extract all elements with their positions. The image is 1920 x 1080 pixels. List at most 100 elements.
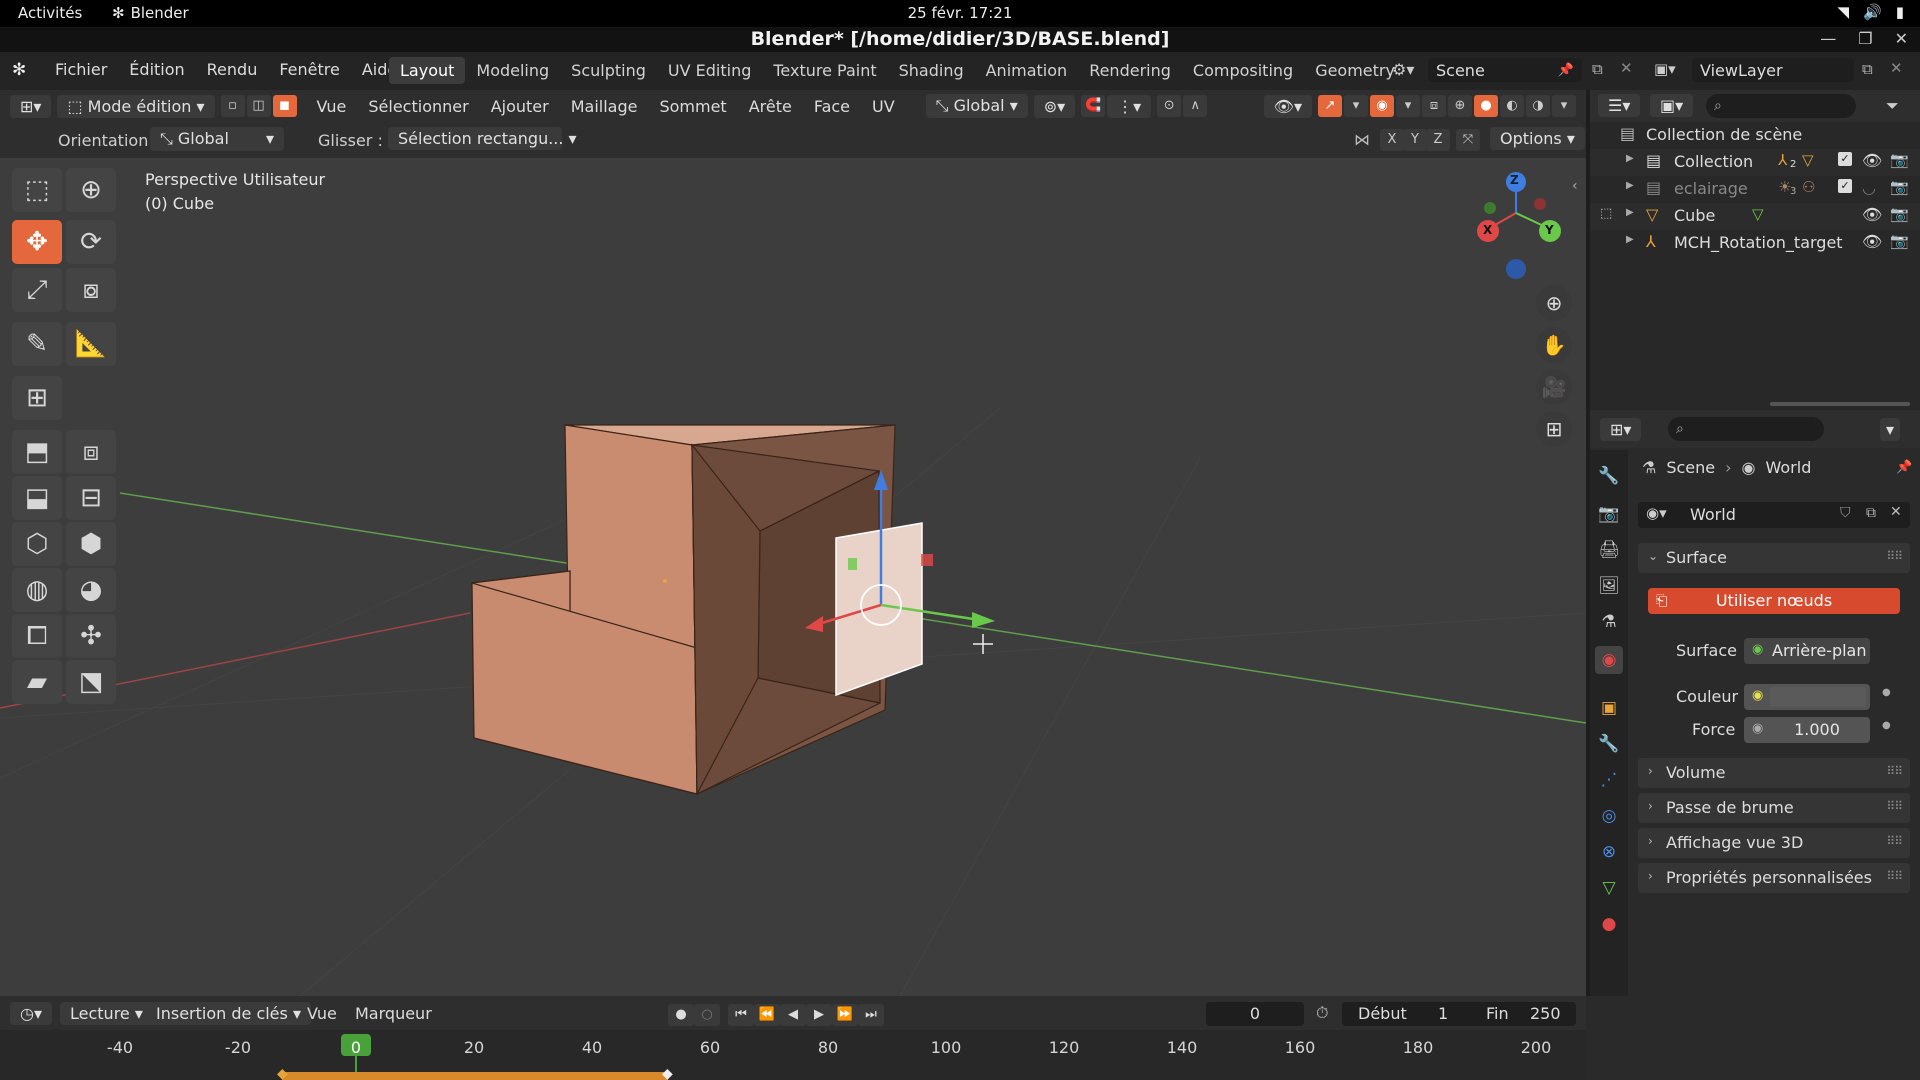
spin-tool-icon[interactable]: ◍ bbox=[12, 568, 62, 612]
drag-grip-icon[interactable]: ⠿⠿ bbox=[1886, 549, 1903, 563]
playback-dropdown[interactable]: Lecture ▾ bbox=[60, 1002, 153, 1025]
tab-rendering[interactable]: Rendering bbox=[1078, 57, 1182, 84]
face-select-icon[interactable]: ◼ bbox=[272, 95, 297, 117]
render-camera-icon[interactable]: 📷 bbox=[1890, 178, 1909, 196]
next-keyframe-icon[interactable]: ⏩ bbox=[832, 1004, 858, 1026]
bevel-tool-icon[interactable]: ⬓ bbox=[12, 476, 62, 520]
camera-view-icon[interactable]: 🎥 bbox=[1536, 369, 1572, 405]
tab-layout[interactable]: Layout bbox=[389, 57, 466, 84]
scale-tool-icon[interactable]: ⤢ bbox=[12, 268, 62, 312]
annotate-tool-icon[interactable]: ✎ bbox=[12, 322, 62, 366]
smooth-tool-icon[interactable]: ◕ bbox=[66, 568, 116, 612]
prev-keyframe-icon[interactable]: ⏪ bbox=[754, 1004, 780, 1026]
outliner-search-field[interactable]: ⌕ bbox=[1706, 94, 1856, 118]
eye-closed-icon[interactable]: ◡ bbox=[1862, 178, 1876, 197]
rip-tool-icon[interactable]: ⬔ bbox=[66, 660, 116, 704]
outliner-scrollbar[interactable] bbox=[1770, 402, 1910, 406]
menu-window[interactable]: Fenêtre bbox=[268, 60, 351, 79]
drag-grip-icon[interactable]: ⠿⠿ bbox=[1886, 764, 1903, 778]
drag-grip-icon[interactable]: ⠿⠿ bbox=[1886, 869, 1903, 883]
properties-options-dropdown[interactable]: ▾ bbox=[1880, 418, 1901, 441]
menu-render[interactable]: Rendu bbox=[196, 60, 269, 79]
world-tab-icon[interactable]: ◉ bbox=[1595, 646, 1623, 674]
solid-shading-icon[interactable]: ● bbox=[1474, 95, 1498, 117]
render-tab-icon[interactable]: 📷 bbox=[1595, 500, 1623, 528]
orientation-dropdown[interactable]: ⤡ Global ▾ bbox=[150, 127, 284, 151]
mode-dropdown[interactable]: ⬚ Mode édition ▾ bbox=[57, 94, 215, 118]
outliner-item-mch-rotation-target[interactable]: ▶ ⅄ MCH_Rotation_target 👁 📷 bbox=[1590, 230, 1920, 257]
shading-options-icon[interactable]: ▾ bbox=[1552, 95, 1576, 117]
view-layer-type-icon[interactable]: ▣▾ bbox=[1654, 60, 1676, 78]
play-reverse-icon[interactable]: ◀ bbox=[780, 1004, 806, 1026]
tab-texture-paint[interactable]: Texture Paint bbox=[762, 57, 887, 84]
new-world-icon[interactable]: ⧉ bbox=[1866, 505, 1876, 521]
menu-edit[interactable]: Édition bbox=[118, 60, 195, 79]
end-value[interactable]: 250 bbox=[1530, 1004, 1561, 1023]
tool-tab-icon[interactable]: 🔧 bbox=[1595, 462, 1623, 490]
snap-icon[interactable]: 🧲 bbox=[1081, 95, 1106, 117]
loop-cut-tool-icon[interactable]: ⊟ bbox=[66, 476, 116, 520]
sidebar-toggle-icon[interactable]: ‹ bbox=[1572, 178, 1578, 194]
pin-icon[interactable]: 📌 bbox=[1896, 460, 1912, 475]
strength-field[interactable]: ◉ 1.000 bbox=[1744, 717, 1870, 743]
eye-icon[interactable]: 👁 bbox=[1862, 151, 1882, 170]
output-tab-icon[interactable]: 🖨 bbox=[1595, 536, 1623, 564]
particles-tab-icon[interactable]: ⋰ bbox=[1595, 766, 1623, 794]
timeline-view-menu[interactable]: Vue bbox=[307, 1004, 337, 1023]
xray-toggle-icon[interactable]: ⧈ bbox=[1422, 95, 1446, 117]
scene-type-icon[interactable]: ⚙▾ bbox=[1392, 60, 1414, 79]
unlink-world-icon[interactable]: ✕ bbox=[1890, 504, 1902, 520]
keying-set-icon[interactable]: ○ bbox=[694, 1004, 720, 1026]
scene-tab-icon[interactable]: ⚗ bbox=[1595, 608, 1623, 636]
constraints-tab-icon[interactable]: ⊗ bbox=[1595, 838, 1623, 866]
shrink-fatten-tool-icon[interactable]: ✣ bbox=[66, 614, 116, 658]
options-dropdown[interactable]: Options ▾ bbox=[1490, 127, 1585, 150]
mirror-z-toggle[interactable]: Z bbox=[1426, 129, 1450, 151]
cursor-tool-icon[interactable]: ⊕ bbox=[66, 168, 116, 212]
vertex-select-icon[interactable]: ▫ bbox=[220, 95, 245, 117]
render-camera-icon[interactable]: 📷 bbox=[1890, 205, 1909, 223]
surface-shader-field[interactable]: ◉ Arrière-plan bbox=[1744, 638, 1870, 664]
expand-icon[interactable]: ▶ bbox=[1626, 180, 1634, 191]
viewport-display-panel-header[interactable]: › Affichage vue 3D ⠿⠿ bbox=[1638, 828, 1910, 858]
mirror-x-toggle[interactable]: X bbox=[1380, 129, 1404, 151]
wireframe-shading-icon[interactable]: ⊕ bbox=[1448, 95, 1472, 117]
extrude-tool-icon[interactable]: ⬒ bbox=[12, 430, 62, 474]
view-layer-selector[interactable]: ViewLayer bbox=[1692, 58, 1854, 82]
delete-view-layer-icon[interactable]: ✕ bbox=[1890, 59, 1903, 77]
mist-pass-panel-header[interactable]: › Passe de brume ⠿⠿ bbox=[1638, 793, 1910, 823]
material-tab-icon[interactable]: ● bbox=[1595, 910, 1623, 938]
exclude-checkbox[interactable]: ✓ bbox=[1838, 179, 1852, 193]
transform-tool-icon[interactable]: ⧇ bbox=[66, 268, 116, 312]
shear-tool-icon[interactable]: ▰ bbox=[12, 660, 62, 704]
overlays-toggle-icon[interactable]: ◉ bbox=[1370, 95, 1394, 117]
keying-dropdown[interactable]: Insertion de clés ▾ bbox=[146, 1002, 311, 1025]
pivot-point-dropdown[interactable]: ⊚▾ bbox=[1033, 94, 1076, 118]
strength-keyframe-icon[interactable]: ● bbox=[1882, 720, 1891, 731]
timeline-ruler[interactable]: -40 -20 0 20 40 60 80 100 120 140 160 18… bbox=[0, 1030, 1586, 1080]
volume-panel-header[interactable]: › Volume ⠿⠿ bbox=[1638, 758, 1910, 788]
view-layer-tab-icon[interactable]: 🖼 bbox=[1595, 572, 1623, 600]
add-cube-tool-icon[interactable]: ⊞ bbox=[12, 376, 62, 420]
properties-editor-type[interactable]: ⊞▾ bbox=[1600, 418, 1642, 441]
custom-properties-panel-header[interactable]: › Propriétés personnalisées ⠿⠿ bbox=[1638, 863, 1910, 893]
minimize-icon[interactable]: — bbox=[1820, 29, 1836, 48]
edit-mode-icon[interactable]: ⬚ bbox=[1600, 206, 1612, 221]
tab-uv-editing[interactable]: UV Editing bbox=[657, 57, 762, 84]
tab-modeling[interactable]: Modeling bbox=[465, 57, 560, 84]
falloff-icon[interactable]: ∧ bbox=[1183, 95, 1208, 117]
use-nodes-button[interactable]: ⎗ Utiliser nœuds bbox=[1648, 588, 1900, 614]
menu-uv[interactable]: UV bbox=[872, 97, 895, 116]
expand-icon[interactable]: ▶ bbox=[1626, 234, 1634, 245]
gizmo-toggle-icon[interactable]: ↗ bbox=[1318, 95, 1342, 117]
cube-mesh[interactable] bbox=[471, 424, 896, 796]
zoom-icon[interactable]: ⊕ bbox=[1536, 285, 1572, 321]
menu-view[interactable]: Vue bbox=[317, 97, 347, 116]
fake-user-icon[interactable]: ⛉ bbox=[1840, 505, 1851, 521]
render-camera-icon[interactable]: 📷 bbox=[1890, 151, 1909, 169]
outliner-item-collection[interactable]: ▶ ▤ Collection ⅄ 2 ▽ ✓ 👁 📷 bbox=[1590, 149, 1920, 176]
pin-icon[interactable]: 📌 bbox=[1558, 63, 1574, 78]
new-view-layer-icon[interactable]: ⧉ bbox=[1862, 60, 1873, 78]
close-icon[interactable]: ✕ bbox=[1895, 29, 1908, 48]
play-icon[interactable]: ▶ bbox=[806, 1004, 832, 1026]
